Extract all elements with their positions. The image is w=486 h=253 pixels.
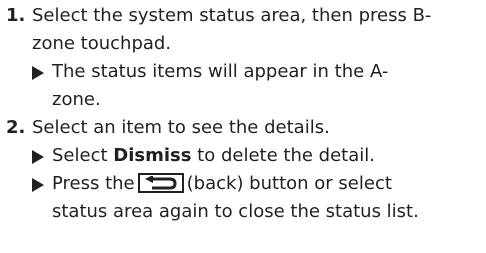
dismiss-label: Dismiss [113,145,192,166]
result-text: The status items will appear in the A- z… [52,58,482,114]
step-number: 1. [6,5,26,26]
step-2-dismiss-note: Select Dismiss to delete the detail. [32,142,482,170]
arrow-right-icon [32,66,44,80]
step-1-result: The status items will appear in the A- z… [32,58,482,114]
step-2-back-note: Press the (back) button or select status … [32,170,482,226]
step-text: Select an item to see the details. [32,117,330,138]
arrow-right-icon [32,150,44,164]
step-number: 2. [6,117,26,138]
step-1-line-2: zone touchpad. [32,33,172,54]
arrow-right-icon [32,178,44,192]
back-text: Press the (back) button or select status … [52,170,482,226]
back-before: Press the [52,173,135,194]
step-1-result-line-1: The status items will appear in the A- [52,61,389,82]
step-2: 2. Select an item to see the details. [6,114,482,142]
step-1: 1. Select the system status area, then p… [6,2,482,58]
step-1-result-line-2: zone. [52,89,101,110]
instruction-document: 1. Select the system status area, then p… [0,0,486,253]
back-after-line-1: (back) button or select [186,173,392,194]
back-after-line-2: status area again to close the status li… [52,201,419,222]
dismiss-after: to delete the detail. [191,145,375,166]
back-button-icon [137,173,184,193]
step-text: Select the system status area, then pres… [32,2,482,58]
dismiss-text: Select Dismiss to delete the detail. [52,142,482,170]
dismiss-before: Select [52,145,114,166]
step-1-line-1: Select the system status area, then pres… [32,5,432,26]
